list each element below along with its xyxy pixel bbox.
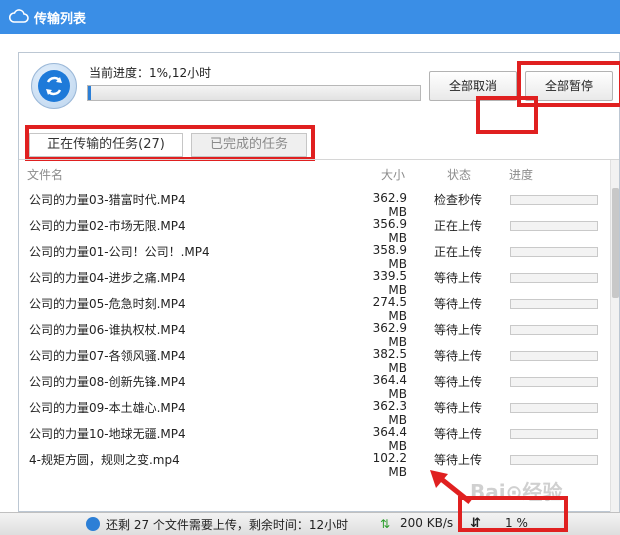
column-header-size[interactable]: 大小 bbox=[381, 166, 405, 183]
upload-status-icon bbox=[86, 517, 100, 531]
scrollbar-thumb[interactable] bbox=[612, 188, 619, 298]
file-size: 102.2 MB bbox=[372, 451, 407, 479]
file-name: 公司的力量10-地球无疆.MP4 bbox=[29, 427, 186, 441]
file-progress-bar bbox=[510, 455, 598, 465]
file-status: 正在上传 bbox=[434, 219, 483, 233]
file-name: 公司的力量08-创新先锋.MP4 bbox=[29, 375, 186, 389]
list-header: 文件名 大小 状态 进度 bbox=[19, 160, 609, 186]
file-name: 公司的力量01-公司！公司！.MP4 bbox=[29, 245, 210, 259]
list-scrollbar[interactable] bbox=[610, 160, 619, 514]
file-status: 等待上传 bbox=[434, 349, 483, 363]
file-name: 公司的力量03-猎富时代.MP4 bbox=[29, 193, 186, 207]
file-status: 等待上传 bbox=[434, 427, 483, 441]
list-item[interactable]: 公司的力量02-市场无限.MP4 356.9 MB 正在上传 bbox=[19, 212, 609, 245]
list-item[interactable]: 公司的力量05-危急时刻.MP4 274.5 MB 等待上传 bbox=[19, 290, 609, 323]
list-item[interactable]: 公司的力量03-猎富时代.MP4 362.9 MB 检查秒传 bbox=[19, 186, 609, 219]
title-bar: 传输列表 bbox=[0, 0, 620, 34]
transfer-list: 文件名 大小 状态 进度 公司的力量03-猎富时代.MP4 362.9 MB 检查秒… bbox=[19, 159, 619, 514]
file-status: 正在上传 bbox=[434, 245, 483, 259]
file-progress-bar bbox=[510, 377, 598, 387]
file-name: 公司的力量07-各领风骚.MP4 bbox=[29, 349, 186, 363]
overall-progress-fill bbox=[88, 86, 92, 100]
overall-progress-bar bbox=[87, 85, 421, 101]
file-progress-bar bbox=[510, 351, 598, 361]
file-progress-bar bbox=[510, 403, 598, 413]
upload-speed: 200 KB/s bbox=[400, 516, 454, 530]
file-progress-bar bbox=[510, 325, 598, 335]
list-item[interactable]: 公司的力量10-地球无疆.MP4 364.4 MB 等待上传 bbox=[19, 420, 609, 453]
file-progress-bar bbox=[510, 429, 598, 439]
file-progress-bar bbox=[510, 247, 598, 257]
file-status: 等待上传 bbox=[434, 401, 483, 415]
file-status: 检查秒传 bbox=[434, 193, 483, 207]
column-header-name[interactable]: 文件名 bbox=[27, 166, 63, 183]
list-item[interactable]: 4-规矩方圆，规则之变.mp4 102.2 MB 等待上传 bbox=[19, 446, 609, 479]
column-header-progress[interactable]: 进度 bbox=[509, 166, 533, 183]
file-name: 公司的力量05-危急时刻.MP4 bbox=[29, 297, 186, 311]
current-progress-label: 当前进度：1%,12小时 bbox=[89, 66, 212, 80]
file-progress-bar bbox=[510, 299, 598, 309]
file-name: 4-规矩方圆，规则之变.mp4 bbox=[29, 453, 180, 467]
highlight-box-progress-column bbox=[476, 96, 538, 134]
window-title: 传输列表 bbox=[34, 12, 87, 27]
list-item[interactable]: 公司的力量07-各领风骚.MP4 382.5 MB 等待上传 bbox=[19, 342, 609, 375]
file-name: 公司的力量02-市场无限.MP4 bbox=[29, 219, 186, 233]
highlight-box-tabs bbox=[25, 125, 315, 161]
cloud-icon bbox=[9, 9, 29, 23]
speed-arrows-icon: ⇅ bbox=[380, 517, 391, 531]
file-status: 等待上传 bbox=[434, 271, 483, 285]
file-status: 等待上传 bbox=[434, 453, 483, 467]
remaining-summary: 还剩 27 个文件需要上传，剩余时间：12小时 bbox=[106, 518, 349, 532]
list-item[interactable]: 公司的力量04-进步之痛.MP4 339.5 MB 等待上传 bbox=[19, 264, 609, 297]
file-name: 公司的力量06-谁执权杖.MP4 bbox=[29, 323, 186, 337]
file-progress-bar bbox=[510, 195, 598, 205]
file-status: 等待上传 bbox=[434, 297, 483, 311]
file-progress-bar bbox=[510, 221, 598, 231]
list-item[interactable]: 公司的力量01-公司！公司！.MP4 358.9 MB 正在上传 bbox=[19, 238, 609, 271]
file-status: 等待上传 bbox=[434, 375, 483, 389]
file-name: 公司的力量09-本土雄心.MP4 bbox=[29, 401, 186, 415]
list-item[interactable]: 公司的力量09-本土雄心.MP4 362.3 MB 等待上传 bbox=[19, 394, 609, 427]
file-name: 公司的力量04-进步之痛.MP4 bbox=[29, 271, 186, 285]
column-header-status[interactable]: 状态 bbox=[447, 166, 471, 183]
list-item[interactable]: 公司的力量08-创新先锋.MP4 364.4 MB 等待上传 bbox=[19, 368, 609, 401]
highlight-box-percent bbox=[458, 496, 568, 532]
file-progress-bar bbox=[510, 273, 598, 283]
rows-container: 公司的力量03-猎富时代.MP4 362.9 MB 检查秒传 公司的力量02-市场无… bbox=[19, 186, 609, 514]
list-item[interactable]: 公司的力量06-谁执权杖.MP4 362.9 MB 等待上传 bbox=[19, 316, 609, 349]
file-status: 等待上传 bbox=[434, 323, 483, 337]
sync-icon bbox=[31, 63, 77, 109]
